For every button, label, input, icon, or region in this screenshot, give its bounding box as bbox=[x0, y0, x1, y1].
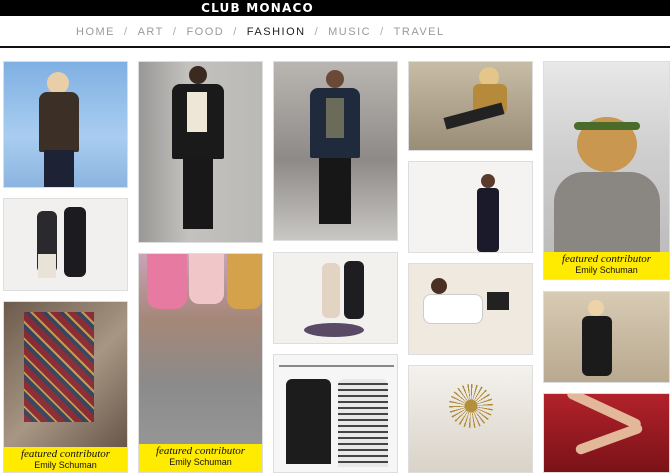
nav-item-home[interactable]: HOME bbox=[76, 26, 115, 38]
nav-item-fashion[interactable]: FASHION bbox=[247, 26, 306, 38]
featured-contributor-label: featured contributor bbox=[20, 448, 111, 460]
photo-tile[interactable] bbox=[543, 393, 670, 473]
nav-separator: / bbox=[172, 26, 178, 38]
photo-tile[interactable]: featured contributor Emily Schuman bbox=[3, 301, 128, 473]
photo-tile[interactable] bbox=[273, 61, 398, 241]
photo-tile[interactable]: featured contributor Emily Schuman bbox=[138, 253, 263, 473]
nav-separator: / bbox=[124, 26, 129, 38]
photo-tile[interactable] bbox=[273, 252, 398, 344]
photo-tile[interactable]: featured contributor Emily Schuman bbox=[543, 61, 670, 280]
nav-separator: / bbox=[233, 26, 238, 38]
featured-contributor-badge: featured contributor Emily Schuman bbox=[544, 252, 669, 279]
nav-item-art[interactable]: ART bbox=[138, 26, 164, 38]
top-bar: CLUB MONACO bbox=[0, 0, 670, 16]
featured-contributor-label: featured contributor bbox=[155, 445, 246, 457]
photo-tile[interactable] bbox=[138, 61, 263, 243]
photo-tile[interactable] bbox=[3, 61, 128, 188]
nav-item-food[interactable]: FOOD bbox=[186, 26, 224, 38]
photo-tile[interactable] bbox=[408, 263, 533, 355]
photo-tile[interactable] bbox=[408, 161, 533, 253]
photo-tile[interactable] bbox=[408, 61, 533, 151]
brand-logo[interactable]: CLUB MONACO bbox=[0, 1, 515, 15]
photo-tile[interactable] bbox=[408, 365, 533, 473]
contributor-name[interactable]: Emily Schuman bbox=[139, 457, 262, 468]
featured-contributor-label: featured contributor bbox=[561, 253, 652, 265]
contributor-name[interactable]: Emily Schuman bbox=[544, 265, 669, 276]
nav-separator: / bbox=[314, 26, 320, 38]
main-nav: HOME / ART / FOOD / FASHION / MUSIC / TRAVEL bbox=[0, 16, 670, 48]
photo-tile[interactable] bbox=[543, 291, 670, 383]
nav-item-travel[interactable]: TRAVEL bbox=[394, 26, 445, 38]
contributor-name[interactable]: Emily Schuman bbox=[4, 460, 127, 471]
photo-tile[interactable] bbox=[3, 198, 128, 291]
photo-tile[interactable] bbox=[273, 354, 398, 473]
featured-contributor-badge: featured contributor Emily Schuman bbox=[4, 447, 127, 472]
nav-separator: / bbox=[380, 26, 385, 38]
featured-contributor-badge: featured contributor Emily Schuman bbox=[139, 444, 262, 472]
nav-item-music[interactable]: MUSIC bbox=[328, 26, 371, 38]
